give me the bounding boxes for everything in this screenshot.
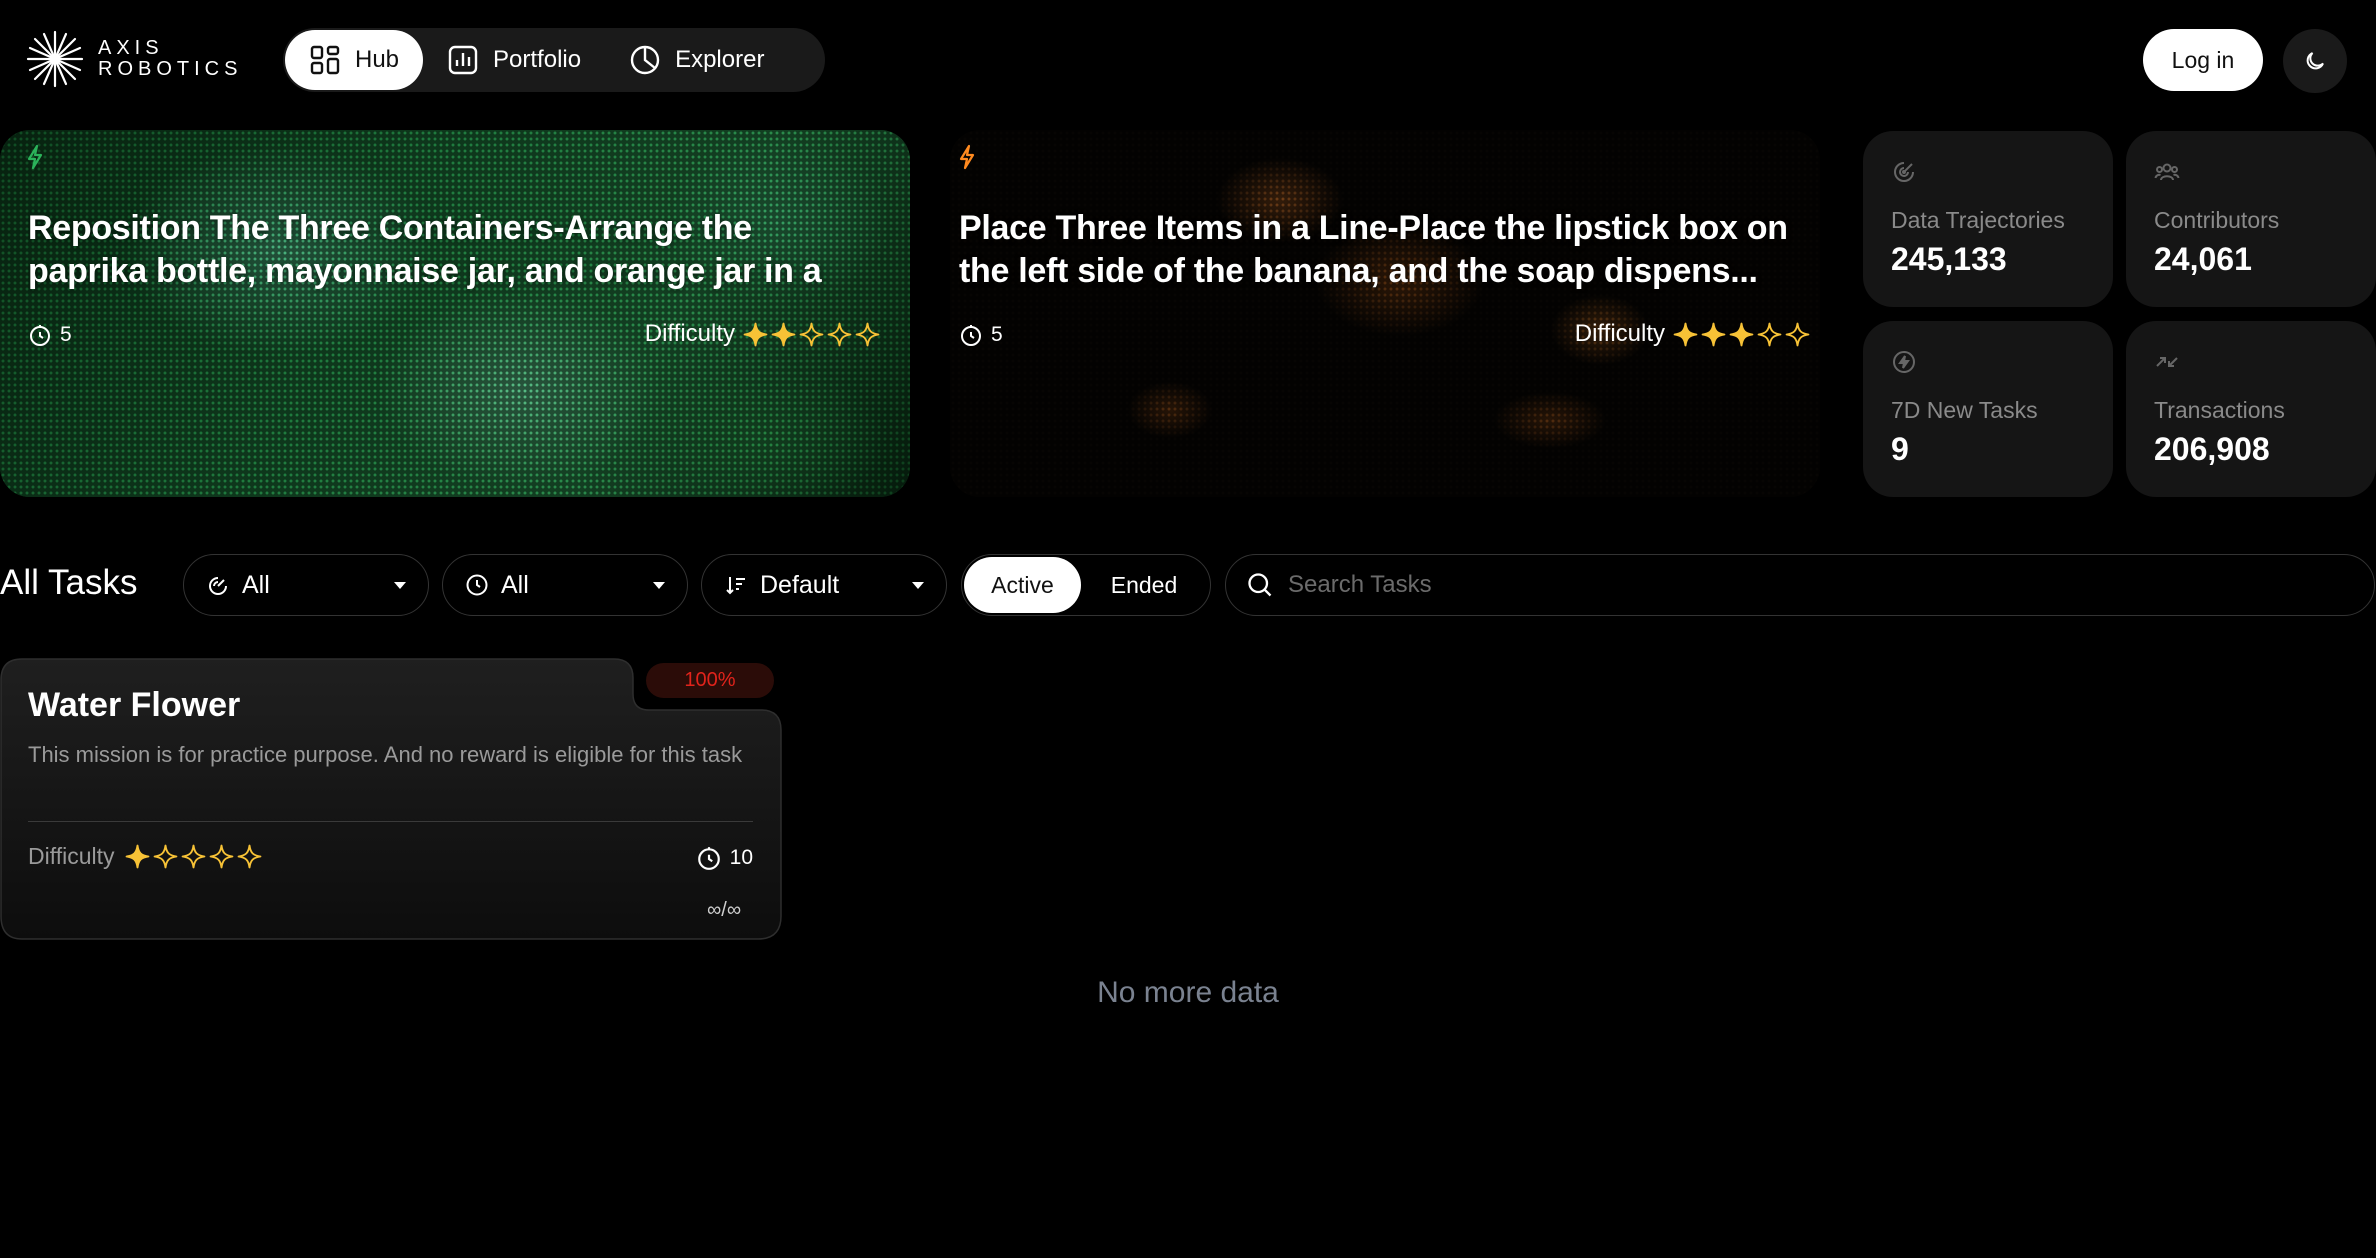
sparkle-outline-icon bbox=[1785, 322, 1810, 346]
brand-logo[interactable]: AXIS ROBOTICS bbox=[26, 30, 242, 88]
login-button[interactable]: Log in bbox=[2143, 29, 2263, 91]
task-count: 10 bbox=[696, 845, 753, 871]
stat-label: Transactions bbox=[2154, 397, 2285, 423]
featured-task-difficulty: Difficulty bbox=[1575, 320, 1810, 348]
chevron-down-icon bbox=[394, 581, 406, 589]
sparkle-outline-icon bbox=[209, 844, 233, 869]
status-ended-tab[interactable]: Ended bbox=[1081, 557, 1207, 613]
task-difficulty: Difficulty bbox=[28, 843, 262, 870]
timer-icon bbox=[697, 847, 720, 870]
moon-icon bbox=[2306, 52, 2324, 70]
featured-task-title: Place Three Items in a Line-Place the li… bbox=[959, 209, 1788, 290]
sort-value: Default bbox=[760, 570, 840, 599]
search-icon bbox=[1248, 573, 1272, 597]
sparkle-filled-icon bbox=[125, 844, 149, 869]
time-filter-value: All bbox=[501, 570, 529, 599]
divider bbox=[28, 821, 753, 822]
stat-value: 24,061 bbox=[2154, 241, 2252, 277]
difficulty-label: Difficulty bbox=[1574, 320, 1665, 347]
featured-task-title: Reposition The Three Containers-Arrange … bbox=[28, 209, 822, 290]
task-description: This mission is for practice purpose. An… bbox=[28, 742, 743, 767]
stat-value: 9 bbox=[1891, 431, 1909, 467]
difficulty-stars bbox=[743, 322, 880, 347]
stat-value: 245,133 bbox=[1891, 241, 2007, 277]
nav-hub-label: Hub bbox=[355, 46, 400, 73]
gauge-icon bbox=[209, 577, 227, 595]
completion-badge: 100% bbox=[646, 663, 774, 698]
grid-icon bbox=[310, 45, 340, 75]
difficulty-label: Difficulty bbox=[28, 843, 115, 869]
sparkle-filled-icon bbox=[743, 322, 768, 346]
status-active-tab[interactable]: Active bbox=[964, 557, 1081, 613]
featured-task-count: 5 bbox=[959, 323, 1003, 347]
stat-transactions: Transactions 206,908 bbox=[2126, 321, 2376, 497]
sparkle-filled-icon bbox=[1701, 322, 1726, 346]
sparkle-outline-icon bbox=[855, 322, 880, 346]
bolt-icon bbox=[27, 144, 43, 170]
stat-label: Contributors bbox=[2154, 207, 2280, 233]
sparkle-outline-icon bbox=[153, 844, 177, 869]
nav-portfolio-label: Portfolio bbox=[493, 46, 582, 73]
task-ratio: ∞/∞ bbox=[707, 899, 742, 921]
sort-dropdown[interactable]: Default bbox=[701, 554, 947, 616]
stat-new-tasks: 7D New Tasks 9 bbox=[1863, 321, 2113, 497]
featured-task-count: 5 bbox=[28, 323, 72, 347]
chevron-down-icon bbox=[912, 581, 924, 589]
brand-line-2: ROBOTICS bbox=[98, 58, 243, 80]
category-filter-dropdown[interactable]: All bbox=[183, 554, 429, 616]
time-filter-dropdown[interactable]: All bbox=[442, 554, 688, 616]
sparkle-outline-icon bbox=[1757, 322, 1782, 346]
chevron-down-icon bbox=[653, 581, 665, 589]
bolt-icon bbox=[959, 144, 975, 170]
target-icon bbox=[1894, 162, 1914, 182]
pie-chart-icon bbox=[630, 45, 660, 75]
brand-line-1: AXIS bbox=[98, 37, 164, 59]
featured-task-difficulty: Difficulty bbox=[645, 320, 880, 348]
nav-hub[interactable]: Hub bbox=[285, 30, 424, 90]
bolt-circle-icon bbox=[1893, 351, 1915, 373]
difficulty-stars bbox=[1673, 322, 1810, 347]
featured-task-card[interactable]: Place Three Items in a Line-Place the li… bbox=[950, 130, 1820, 497]
featured-task-card[interactable]: Reposition The Three Containers-Arrange … bbox=[0, 130, 910, 497]
brand-name: AXIS ROBOTICS bbox=[98, 38, 242, 80]
timer-icon bbox=[961, 325, 981, 346]
nav-portfolio[interactable]: Portfolio bbox=[423, 30, 605, 90]
featured-task-count-value: 5 bbox=[991, 323, 1003, 346]
stat-contributors: Contributors 24,061 bbox=[2126, 131, 2376, 307]
task-count-value: 10 bbox=[729, 846, 753, 869]
sparkle-filled-icon bbox=[1673, 322, 1698, 346]
bar-chart-icon bbox=[448, 45, 478, 75]
stat-data-trajectories: Data Trajectories 245,133 bbox=[1863, 131, 2113, 307]
sparkle-outline-icon bbox=[237, 844, 261, 869]
featured-task-count-value: 5 bbox=[60, 323, 72, 346]
users-icon bbox=[2154, 163, 2180, 181]
nav-explorer[interactable]: Explorer bbox=[605, 30, 788, 90]
task-title: Water Flower bbox=[28, 686, 241, 724]
starburst-logo-icon bbox=[26, 30, 84, 88]
stat-value: 206,908 bbox=[2154, 431, 2270, 467]
sparkle-outline-icon bbox=[827, 322, 852, 346]
arrows-in-icon bbox=[2156, 357, 2178, 367]
theme-toggle-button[interactable] bbox=[2283, 29, 2347, 93]
sparkle-outline-icon bbox=[799, 322, 824, 346]
status-toggle: Active Ended bbox=[961, 554, 1211, 616]
main-nav: Hub Portfolio Explorer bbox=[283, 28, 825, 92]
clock-icon bbox=[466, 574, 488, 596]
sparkle-outline-icon bbox=[181, 844, 205, 869]
sort-icon bbox=[726, 577, 745, 595]
timer-icon bbox=[30, 325, 50, 346]
end-of-list-message: No more data bbox=[1097, 976, 1279, 1009]
stat-label: Data Trajectories bbox=[1891, 207, 2065, 233]
sparkle-filled-icon bbox=[771, 322, 796, 346]
nav-explorer-label: Explorer bbox=[675, 46, 765, 73]
section-title: All Tasks bbox=[0, 563, 138, 602]
difficulty-label: Difficulty bbox=[644, 320, 735, 347]
difficulty-stars bbox=[125, 844, 262, 869]
category-filter-value: All bbox=[242, 570, 270, 599]
search-input[interactable] bbox=[1288, 571, 2288, 599]
stat-label: 7D New Tasks bbox=[1891, 397, 2038, 423]
sparkle-filled-icon bbox=[1729, 322, 1754, 346]
search-bar bbox=[1225, 554, 2375, 616]
